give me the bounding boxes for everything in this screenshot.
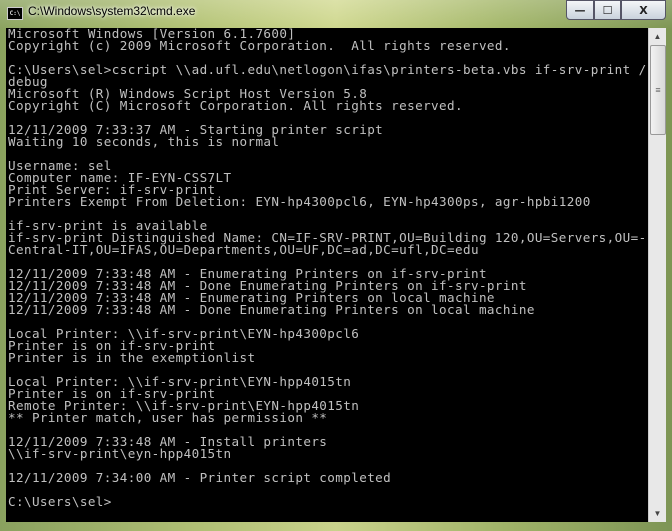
console-output[interactable]: Microsoft Windows [Version 6.1.7600] Copy… <box>6 28 648 522</box>
title-bar[interactable]: C:\ C:\Windows\system32\cmd.exe — ☐ X <box>0 0 672 26</box>
minimize-button[interactable]: — <box>566 0 594 20</box>
console-line: Copyright (C) Microsoft Corporation. All… <box>8 98 463 113</box>
window-title: C:\Windows\system32\cmd.exe <box>28 4 196 18</box>
console-line: Printers Exempt From Deletion: EYN-hp430… <box>8 194 591 209</box>
console-line: \\if-srv-print\eyn-hpp4015tn <box>8 446 232 461</box>
scroll-thumb[interactable]: ≡ <box>650 45 666 135</box>
close-button[interactable]: X <box>621 0 666 20</box>
console-line: Copyright (c) 2009 Microsoft Corporation… <box>8 38 511 53</box>
scroll-down-button[interactable]: ▼ <box>649 505 666 522</box>
console-line: ** Printer match, user has permission ** <box>8 410 328 425</box>
console-line: C:\Users\sel>cscript \\ad.ufl.edu\netlog… <box>8 62 647 77</box>
console-line: 12/11/2009 7:34:00 AM - Printer script c… <box>8 470 392 485</box>
console-line: Printer is in the exemptionlist <box>8 350 256 365</box>
console-line: C:\Users\sel> <box>8 494 112 509</box>
console-line: Waiting 10 seconds, this is normal <box>8 134 280 149</box>
maximize-button[interactable]: ☐ <box>594 0 621 20</box>
vertical-scrollbar[interactable]: ▲ ≡ ▼ <box>648 28 666 522</box>
cmd-icon[interactable]: C:\ <box>7 7 23 20</box>
scroll-up-button[interactable]: ▲ <box>649 28 666 45</box>
window-frame: C:\ C:\Windows\system32\cmd.exe — ☐ X Mi… <box>0 0 672 531</box>
console-line: Central-IT,OU=IFAS,OU=Departments,OU=UF,… <box>8 242 479 257</box>
console-line: 12/11/2009 7:33:48 AM - Done Enumerating… <box>8 302 535 317</box>
